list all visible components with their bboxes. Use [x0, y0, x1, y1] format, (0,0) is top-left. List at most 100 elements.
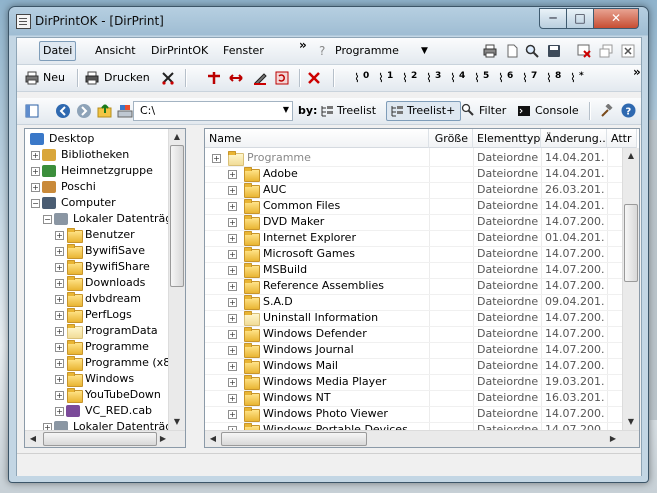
list-horizontal-scrollbar[interactable]: ◀ ▶: [205, 430, 639, 447]
search-icon[interactable]: [525, 44, 539, 58]
scroll-down-arrow[interactable]: ▼: [623, 414, 639, 430]
expander-icon[interactable]: +: [228, 282, 237, 291]
close-button[interactable]: ✕: [593, 8, 639, 29]
drive-button-3[interactable]: ⌇ 3: [425, 65, 447, 91]
expander-icon[interactable]: +: [228, 170, 237, 179]
arrows-updown-icon[interactable]: [207, 71, 221, 85]
menu-dirprintok[interactable]: DirPrintOK: [151, 42, 208, 60]
tree-item[interactable]: + Windows: [25, 371, 168, 387]
console-button[interactable]: Console: [535, 102, 579, 120]
drive-button-7[interactable]: ⌇ 7: [521, 65, 543, 91]
expander-icon[interactable]: +: [31, 167, 40, 176]
print-button[interactable]: Drucken: [104, 69, 150, 87]
expander-icon[interactable]: +: [31, 151, 40, 160]
scroll-down-arrow[interactable]: ▼: [169, 414, 185, 430]
expander-icon[interactable]: +: [55, 231, 64, 240]
up-folder-icon[interactable]: [97, 103, 113, 119]
back-icon[interactable]: [55, 103, 71, 119]
tree-item[interactable]: + ProgramData: [25, 323, 168, 339]
printer-icon[interactable]: [483, 44, 497, 58]
delete-icon[interactable]: [307, 71, 321, 85]
list-item[interactable]: + Windows NT Dateiordner 16.03.201...: [205, 390, 622, 406]
list-item[interactable]: + Uninstall Information Dateiordner 14.07.2…: [205, 310, 622, 326]
expander-icon[interactable]: +: [55, 311, 64, 320]
scroll-up-arrow[interactable]: ▲: [169, 129, 185, 145]
expander-icon[interactable]: +: [228, 330, 237, 339]
window-close-icon[interactable]: [577, 44, 591, 58]
scroll-right-arrow[interactable]: ▶: [155, 431, 171, 447]
list-scroll-thumb[interactable]: [624, 204, 638, 282]
expander-icon[interactable]: +: [55, 391, 64, 400]
panel-toggle-icon[interactable]: [25, 104, 39, 118]
list-item[interactable]: + Windows Media Player Dateiordner 19.03.20…: [205, 374, 622, 390]
treelist-plus-button[interactable]: Treelist+: [386, 101, 461, 121]
drive-button-5[interactable]: ⌇ 5: [473, 65, 495, 91]
expander-icon[interactable]: +: [55, 343, 64, 352]
tree-vertical-scrollbar[interactable]: ▲ ▼: [168, 129, 185, 430]
list-item[interactable]: + AUC Dateiordner 26.03.201...: [205, 182, 622, 198]
menu-programme[interactable]: Programme: [335, 42, 399, 60]
scroll-up-arrow[interactable]: ▲: [623, 148, 639, 164]
toolbar-overflow[interactable]: »: [633, 65, 641, 79]
treelist-button[interactable]: Treelist: [337, 102, 376, 120]
expander-icon[interactable]: +: [228, 346, 237, 355]
tree-hscroll-thumb[interactable]: [43, 432, 157, 446]
scroll-left-arrow[interactable]: ◀: [25, 431, 41, 447]
new-button[interactable]: Neu: [43, 69, 65, 87]
list-item[interactable]: + Windows Mail Dateiordner 14.07.200...: [205, 358, 622, 374]
list-hscroll-thumb[interactable]: [221, 432, 367, 446]
menu-datei[interactable]: Datei: [39, 41, 77, 61]
tree-item[interactable]: + Bibliotheken: [25, 147, 168, 163]
drive-button-4[interactable]: ⌇ 4: [449, 65, 471, 91]
list-item[interactable]: + Adobe Dateiordner 14.04.201...: [205, 166, 622, 182]
expander-icon[interactable]: +: [31, 183, 40, 192]
expander-icon[interactable]: −: [43, 215, 52, 224]
tree-item[interactable]: + PerfLogs: [25, 307, 168, 323]
expander-icon[interactable]: +: [228, 362, 237, 371]
restore-icon[interactable]: [599, 44, 613, 58]
expander-icon[interactable]: +: [55, 279, 64, 288]
column-header[interactable]: Änderung...: [541, 129, 607, 148]
tree-item[interactable]: + Poschi: [25, 179, 168, 195]
drive-button-6[interactable]: ⌇ 6: [497, 65, 519, 91]
expander-icon[interactable]: +: [55, 295, 64, 304]
expander-icon[interactable]: +: [55, 375, 64, 384]
tree-item[interactable]: + dvbdream: [25, 291, 168, 307]
expander-icon[interactable]: +: [55, 359, 64, 368]
chevron-down-icon[interactable]: ▼: [283, 105, 289, 114]
list-item[interactable]: + Reference Assemblies Dateiordner 14.07.20…: [205, 278, 622, 294]
menu-fenster[interactable]: Fenster: [223, 42, 264, 60]
list-item[interactable]: + DVD Maker Dateiordner 14.07.200...: [205, 214, 622, 230]
menu-overflow[interactable]: »: [299, 38, 307, 52]
tree-item[interactable]: + YouTubeDown: [25, 387, 168, 403]
expander-icon[interactable]: +: [55, 263, 64, 272]
help-icon[interactable]: ?: [319, 44, 325, 58]
list-item[interactable]: + MSBuild Dateiordner 14.07.200...: [205, 262, 622, 278]
minimize-button[interactable]: ─: [539, 8, 567, 29]
expander-icon[interactable]: +: [228, 250, 237, 259]
maximize-button[interactable]: □: [566, 8, 594, 29]
path-input[interactable]: C:\ ▼: [133, 101, 293, 121]
expander-icon[interactable]: −: [31, 199, 40, 208]
expander-icon[interactable]: +: [55, 327, 64, 336]
parent-row[interactable]: + Programme Dateiordner 14.04.201...: [205, 150, 622, 166]
cut-icon[interactable]: [161, 71, 175, 85]
column-header[interactable]: Größe: [429, 129, 473, 148]
list-vertical-scrollbar[interactable]: ▲ ▼: [622, 148, 639, 430]
expander-icon[interactable]: +: [228, 394, 237, 403]
tree-scroll-thumb[interactable]: [170, 145, 184, 287]
title-bar[interactable]: DirPrintOK - [DirPrint] ─ □ ✕: [9, 7, 648, 35]
scroll-left-arrow[interactable]: ◀: [205, 431, 221, 447]
print-icon[interactable]: [85, 71, 99, 85]
forward-icon[interactable]: [76, 103, 92, 119]
expander-icon[interactable]: +: [228, 410, 237, 419]
tree-item[interactable]: + Programme: [25, 339, 168, 355]
list-item[interactable]: + Windows Defender Dateiordner 14.07.200...: [205, 326, 622, 342]
tree-item[interactable]: Desktop: [25, 131, 168, 147]
list-item[interactable]: + Windows Photo Viewer Dateiordner 14.07.20…: [205, 406, 622, 422]
expander-icon[interactable]: +: [228, 378, 237, 387]
column-header[interactable]: Attr: [607, 129, 637, 148]
expander-icon[interactable]: +: [228, 266, 237, 275]
refresh-icon[interactable]: [275, 71, 289, 85]
drive-button-9[interactable]: ⌇ *: [569, 65, 591, 91]
